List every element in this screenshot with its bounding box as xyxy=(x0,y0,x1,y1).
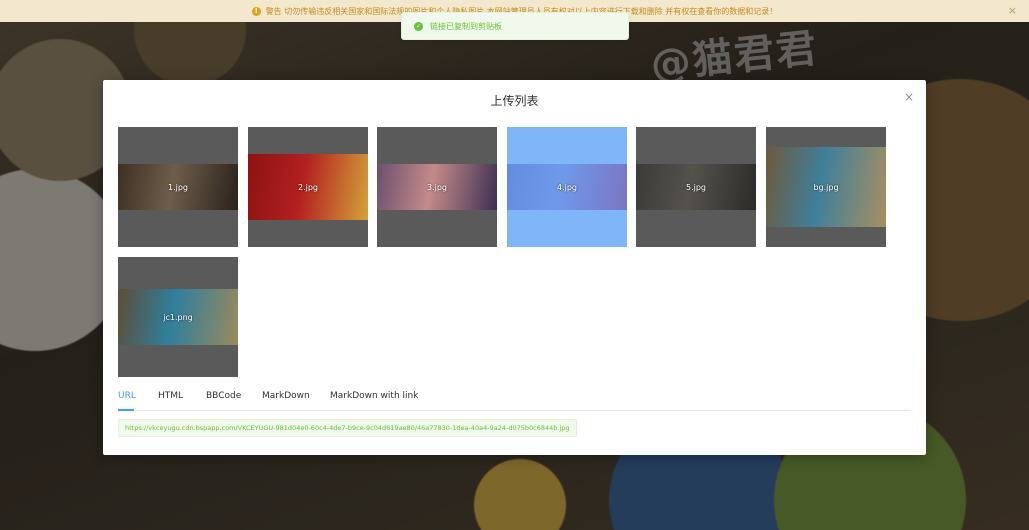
tab-markdown-with-link[interactable]: MarkDown with link xyxy=(330,391,418,401)
tab-url[interactable]: URL xyxy=(118,391,136,401)
image-link-output[interactable]: https://vkceyugu.cdn.bspapp.com/VKCEYUGU… xyxy=(118,419,577,437)
image-thumbnail[interactable]: 3.jpg xyxy=(377,127,497,247)
page-background: @猫君君 ! 警告 切勿传输违反相关国家和国际法规的图片和个人隐私图片 本网站管… xyxy=(0,0,1029,530)
image-filename: 1.jpg xyxy=(167,182,188,192)
upload-list-dialog: 上传列表 × 1.jpg 2.jpg 3.jpg 4.jpg 5.jpg bg.jpg jc… xyxy=(103,80,926,455)
active-tab-indicator xyxy=(118,409,134,411)
image-thumbnail[interactable]: 5.jpg xyxy=(636,127,756,247)
image-filename: 3.jpg xyxy=(426,182,447,192)
link-format-tabs: URL HTML BBCode MarkDown MarkDown with l… xyxy=(118,386,911,411)
tab-html[interactable]: HTML xyxy=(158,391,183,401)
image-thumbnail[interactable]: 2.jpg xyxy=(248,127,368,247)
copy-success-toast: ✓ 链接已复制到剪贴板 xyxy=(401,12,629,40)
tab-bbcode[interactable]: BBCode xyxy=(206,391,241,401)
image-filename: 5.jpg xyxy=(685,182,706,192)
image-filename: bg.jpg xyxy=(813,182,839,192)
image-filename: 4.jpg xyxy=(556,182,577,192)
warning-icon: ! xyxy=(251,6,261,16)
close-icon[interactable]: × xyxy=(904,90,914,104)
image-thumbnail[interactable]: jc1.png xyxy=(118,257,238,377)
image-filename: jc1.png xyxy=(163,312,193,322)
toast-message: 链接已复制到剪贴板 xyxy=(430,21,502,31)
image-thumbnail[interactable]: 1.jpg xyxy=(118,127,238,247)
image-filename: 2.jpg xyxy=(297,182,318,192)
warning-close-icon[interactable]: × xyxy=(1008,4,1017,17)
image-thumbnail[interactable]: bg.jpg xyxy=(766,127,886,247)
image-thumbnail[interactable]: 4.jpg xyxy=(507,127,627,247)
check-circle-icon: ✓ xyxy=(414,21,423,31)
dialog-title: 上传列表 xyxy=(490,94,539,108)
tab-markdown[interactable]: MarkDown xyxy=(262,391,310,401)
